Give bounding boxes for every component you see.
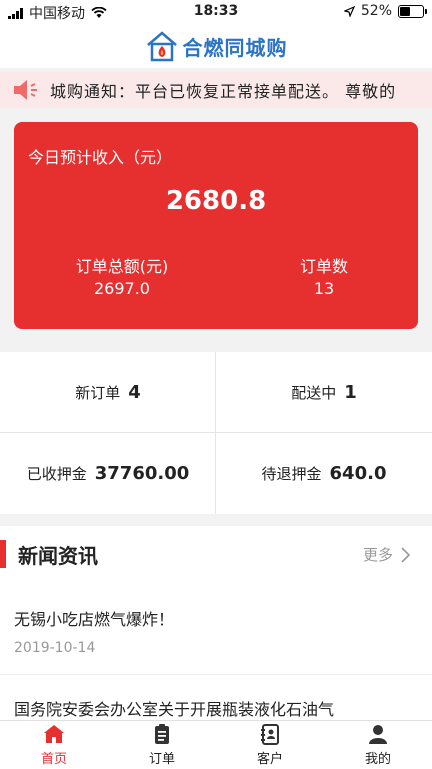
app-name: 合燃同城购: [182, 35, 288, 60]
battery-icon: [398, 4, 427, 18]
location-arrow-icon: [343, 5, 355, 17]
deposit-refund-value: 640.0: [329, 462, 387, 484]
new-orders-value: 4: [128, 381, 141, 403]
news-item[interactable]: 无锡小吃店燃气爆炸！ 2019-10-14: [14, 606, 418, 656]
news-section: 新闻资讯 更多 无锡小吃店燃气爆炸！ 2019-10-14 国务院安委会办公室关…: [0, 526, 432, 720]
tab-orders-label: 订单: [148, 752, 175, 767]
tab-profile[interactable]: 我的: [324, 721, 432, 769]
order-count-block: 订单数 13: [254, 256, 394, 300]
order-total-label: 订单总额(元): [75, 257, 169, 276]
chevron-right-icon: [401, 546, 410, 563]
clipboard-icon: [155, 724, 169, 744]
new-orders-label: 新订单: [75, 383, 121, 402]
status-right: 52%: [343, 3, 427, 19]
deposit-refund-label: 待退押金: [261, 464, 322, 483]
tab-customers-label: 客户: [256, 752, 283, 767]
tab-home[interactable]: 首页: [0, 721, 108, 769]
tab-customers[interactable]: 客户: [216, 721, 324, 769]
tab-home-label: 首页: [40, 752, 67, 767]
order-count-label: 订单数: [299, 257, 348, 276]
news-item-title: 无锡小吃店燃气爆炸！: [14, 610, 175, 629]
order-count-value: 13: [313, 279, 335, 298]
news-divider: [0, 674, 432, 675]
stats-divider-horizontal: [0, 432, 432, 433]
contacts-icon: [261, 724, 279, 745]
news-header: 新闻资讯 更多: [0, 536, 432, 572]
delivering-label: 配送中: [291, 383, 337, 402]
news-more-link[interactable]: 更多: [363, 544, 410, 565]
notice-text: 城购通知：平台已恢复正常接单配送。 尊敬的: [50, 82, 397, 101]
news-more-label: 更多: [362, 546, 393, 564]
app-header: 合燃同城购: [0, 24, 432, 68]
stats-grid: 新订单 4 配送中 1 已收押金 37760.00 待退押金 640.0: [0, 352, 432, 514]
news-item[interactable]: 国务院安委会办公室关于开展瓶装液化石油气: [14, 696, 418, 720]
tab-orders[interactable]: 订单: [108, 721, 216, 769]
deposit-received-value: 37760.00: [94, 462, 190, 484]
speaker-icon: [14, 80, 37, 100]
deposit-received-label: 已收押金: [26, 464, 87, 483]
battery-percent: 52%: [360, 3, 392, 19]
tab-profile-label: 我的: [364, 752, 391, 767]
deposit-received-cell[interactable]: 已收押金 37760.00: [0, 433, 216, 513]
order-total-block: 订单总额(元) 2697.0: [62, 256, 182, 300]
tab-bar: 首页 订单 客户 我的: [0, 720, 432, 769]
battery-fill: [400, 6, 411, 16]
user-icon: [369, 725, 387, 744]
income-amount: 2680.8: [165, 186, 267, 216]
news-item-title: 国务院安委会办公室关于开展瓶装液化石油气: [14, 700, 335, 719]
order-total-value: 2697.0: [94, 279, 150, 298]
new-orders-cell[interactable]: 新订单 4: [0, 352, 216, 432]
news-accent-bar: [0, 540, 6, 568]
logo-icon: [146, 31, 177, 62]
news-item-date: 2019-10-14: [14, 640, 96, 656]
delivering-cell[interactable]: 配送中 1: [216, 352, 432, 432]
income-card: 今日预计收入（元） 2680.8 订单总额(元) 2697.0 订单数 13: [14, 122, 418, 329]
stats-divider-vertical: [215, 352, 216, 514]
notice-bar[interactable]: 城购通知：平台已恢复正常接单配送。 尊敬的: [0, 72, 432, 108]
income-title: 今日预计收入（元）: [28, 148, 173, 167]
deposit-refund-cell[interactable]: 待退押金 640.0: [216, 433, 432, 513]
news-title: 新闻资讯: [18, 544, 98, 568]
delivering-value: 1: [344, 381, 357, 403]
home-icon: [44, 725, 64, 743]
status-bar: 中国移动 18:33 52%: [0, 0, 432, 24]
